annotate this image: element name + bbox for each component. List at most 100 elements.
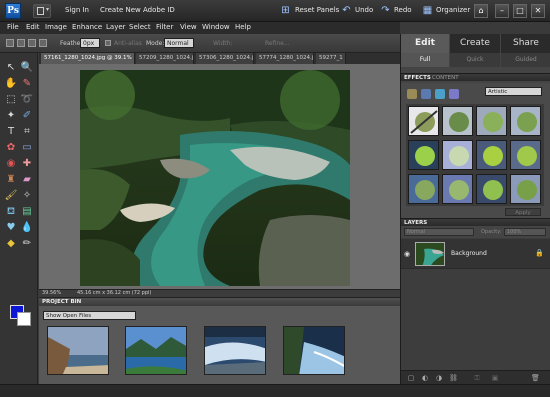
add-selection-icon[interactable] [17, 39, 25, 47]
tab-share[interactable]: Share [501, 34, 550, 53]
blur-tool-icon[interactable]: 💧 [20, 221, 34, 235]
canvas-area[interactable] [39, 64, 400, 289]
magic-wand-tool-icon[interactable]: ✦ [4, 109, 18, 123]
tab-create[interactable]: Create [450, 34, 500, 53]
tab-document-1[interactable]: 57161_1280_1024.jpg @ 39.1% (RGB/8) * [41, 53, 135, 64]
background-color-swatch[interactable] [17, 312, 31, 326]
smart-brush-tool-icon[interactable]: ✧ [20, 189, 34, 203]
maximize-button[interactable]: □ [513, 4, 527, 18]
bin-thumbnail-4[interactable] [283, 326, 345, 375]
healing-brush-tool-icon[interactable]: ✚ [20, 157, 34, 171]
eye-icon[interactable]: ◉ [404, 250, 410, 258]
anti-alias-checkbox[interactable] [105, 40, 111, 46]
tab-edit[interactable]: Edit [401, 34, 449, 53]
menu-enhance[interactable]: Enhance [72, 23, 102, 31]
brush-tool-icon[interactable]: 🖌 [4, 189, 18, 203]
tab-document-4[interactable]: 57774_1280_1024.jpg [256, 53, 314, 64]
bin-thumbnail-1[interactable] [47, 326, 109, 375]
new-adjustment-icon[interactable]: ◐ [421, 374, 429, 382]
effect-thumbnail[interactable] [408, 140, 439, 170]
marquee-tool-icon[interactable]: ⬚ [4, 93, 18, 107]
close-button[interactable]: ✕ [531, 4, 545, 18]
apply-button[interactable]: Apply [505, 208, 541, 216]
all-effects-icon[interactable] [449, 89, 459, 99]
tab-full[interactable]: Full [401, 53, 449, 67]
menu-help[interactable]: Help [235, 23, 251, 31]
lock-all-icon[interactable]: ⚿ [473, 374, 481, 382]
blend-mode-select[interactable]: Normal [404, 228, 474, 236]
eyedropper-tool-icon[interactable]: ✎ [20, 77, 34, 91]
refine-button[interactable]: Refine... [265, 40, 290, 47]
pencil-tool-icon[interactable]: ✏ [20, 237, 34, 251]
quick-selection-tool-icon[interactable]: ✐ [20, 109, 34, 123]
shape-tool-icon[interactable]: ♥ [4, 221, 18, 235]
minimize-button[interactable]: – [495, 4, 509, 18]
lasso-tool-icon[interactable]: ➰ [20, 93, 34, 107]
menu-select[interactable]: Select [129, 23, 151, 31]
clone-stamp-tool-icon[interactable]: ♜ [4, 173, 18, 187]
organizer-button[interactable]: Organizer [436, 6, 470, 14]
tab-quick[interactable]: Quick [450, 53, 500, 67]
intersect-selection-icon[interactable] [39, 39, 47, 47]
effect-thumbnail[interactable] [408, 174, 439, 204]
home-button[interactable]: ⌂ [474, 4, 488, 18]
subtract-selection-icon[interactable] [28, 39, 36, 47]
reset-panels-button[interactable]: Reset Panels [295, 6, 339, 14]
delete-layer-icon[interactable]: 🗑 [531, 374, 540, 382]
paint-bucket-tool-icon[interactable]: ⛾ [4, 205, 18, 219]
layer-styles-icon[interactable] [421, 89, 431, 99]
tab-effects[interactable]: EFFECTS [404, 74, 431, 82]
redo-button[interactable]: Redo [394, 6, 412, 14]
zoom-level[interactable]: 39.56% [42, 290, 61, 296]
feather-input[interactable]: 0px [80, 38, 100, 48]
type-tool-icon[interactable]: T [4, 125, 18, 139]
menu-window[interactable]: Window [202, 23, 230, 31]
undo-button[interactable]: Undo [355, 6, 373, 14]
effect-thumbnail[interactable] [476, 174, 507, 204]
effect-thumbnail[interactable] [510, 174, 541, 204]
hand-tool-icon[interactable]: ✋ [4, 77, 18, 91]
lock-transparency-icon[interactable]: ▣ [491, 374, 499, 382]
create-adobe-id-link[interactable]: Create New Adobe ID [100, 6, 175, 14]
new-selection-icon[interactable] [6, 39, 14, 47]
layer-mask-icon[interactable]: ◑ [435, 374, 443, 382]
menu-edit[interactable]: Edit [26, 23, 40, 31]
menu-view[interactable]: View [180, 23, 197, 31]
photo-effects-icon[interactable] [435, 89, 445, 99]
effect-thumbnail[interactable] [408, 106, 439, 136]
sign-in-link[interactable]: Sign In [65, 6, 89, 14]
effect-thumbnail[interactable] [442, 106, 473, 136]
cookie-cutter-tool-icon[interactable]: ✿ [4, 141, 18, 155]
zoom-tool-icon[interactable]: 🔍 [20, 61, 34, 75]
effect-thumbnail[interactable] [510, 140, 541, 170]
tab-document-2[interactable]: 57209_1280_1024.jpg [136, 53, 194, 64]
tab-document-3[interactable]: 57306_1280_1024.jpg [196, 53, 254, 64]
filters-icon[interactable] [407, 89, 417, 99]
new-layer-icon[interactable]: ▢ [407, 374, 415, 382]
project-bin-header[interactable]: PROJECT BIN [39, 297, 400, 306]
bin-thumbnail-2[interactable] [125, 326, 187, 375]
menu-layer[interactable]: Layer [106, 23, 126, 31]
effect-thumbnail[interactable] [442, 140, 473, 170]
straighten-tool-icon[interactable]: ▭ [20, 141, 34, 155]
effects-category-select[interactable]: Artistic [485, 87, 542, 96]
tab-content[interactable]: CONTENT [432, 74, 459, 82]
menu-filter[interactable]: Filter [156, 23, 173, 31]
gradient-tool-icon[interactable]: ▤ [20, 205, 34, 219]
menu-file[interactable]: File [7, 23, 19, 31]
show-files-select[interactable]: Show Open Files [43, 311, 136, 320]
menu-image[interactable]: Image [45, 23, 67, 31]
document-image[interactable] [80, 70, 350, 286]
sponge-tool-icon[interactable]: ◆ [4, 237, 18, 251]
effect-thumbnail[interactable] [510, 106, 541, 136]
eraser-tool-icon[interactable]: ▰ [20, 173, 34, 187]
workspace-menu-button[interactable]: ▾ [33, 4, 51, 18]
crop-tool-icon[interactable]: ⌗ [20, 125, 34, 139]
layer-row-background[interactable]: ◉ Background 🔒 [401, 239, 550, 269]
effect-thumbnail[interactable] [442, 174, 473, 204]
tab-document-5[interactable]: 59277_1 [316, 53, 346, 64]
move-tool-icon[interactable]: ↖ [4, 61, 18, 75]
effect-thumbnail[interactable] [476, 106, 507, 136]
opacity-input[interactable]: 100% [504, 228, 546, 236]
effect-thumbnail[interactable] [476, 140, 507, 170]
